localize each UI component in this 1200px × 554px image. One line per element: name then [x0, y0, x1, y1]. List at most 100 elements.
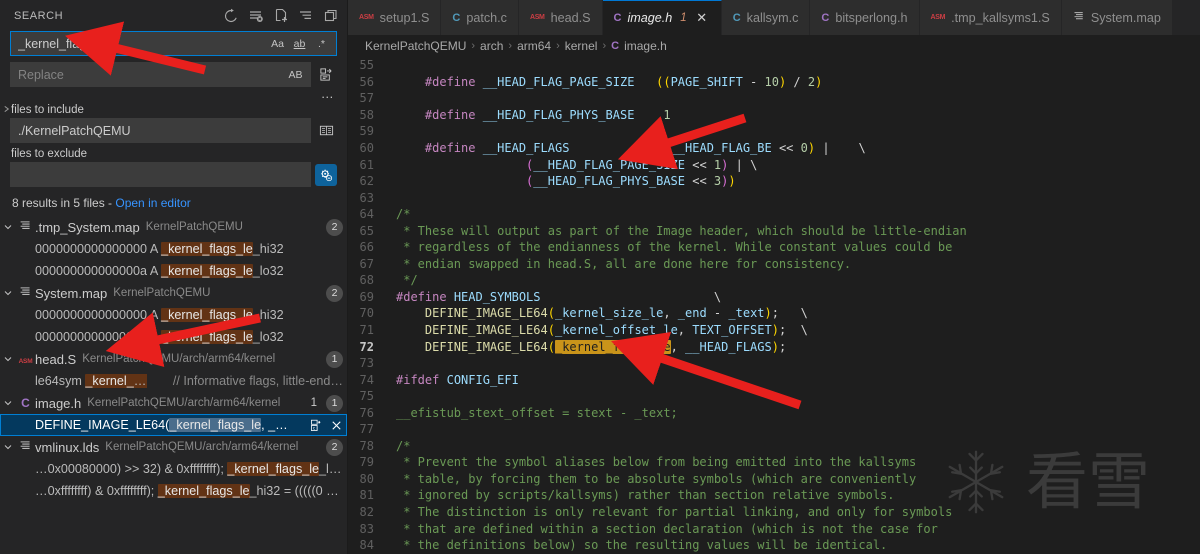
search-results-tree: .tmp_System.mapKernelPatchQEMU2000000000…: [0, 216, 347, 502]
search-panel-toolbar: [223, 8, 339, 24]
search-result-file-row[interactable]: vmlinux.ldsKernelPatchQEMU/arch/arm64/ke…: [0, 436, 347, 458]
file-type-icon: C: [16, 396, 35, 410]
match-trailing-comment: // Informative flags, little-end…: [173, 374, 343, 388]
collapse-all-icon[interactable]: [298, 8, 314, 24]
breadcrumb-separator: ›: [602, 40, 606, 52]
code-line-text: * the definitions below) so the resultin…: [396, 538, 887, 552]
preserve-case-icon[interactable]: AB: [287, 66, 304, 83]
search-result-file-row[interactable]: ASMhead.SKernelPatchQEMU/arch/arm64/kern…: [0, 348, 347, 370]
match-count-badge: 1: [326, 351, 343, 368]
search-result-file-row[interactable]: Cimage.hKernelPatchQEMU/arch/arm64/kerne…: [0, 392, 347, 414]
editor-tab[interactable]: ASMhead.S: [519, 0, 603, 35]
editor-tab[interactable]: Cimage.h1✕: [603, 0, 722, 35]
search-result-match-row[interactable]: DEFINE_IMAGE_LE64(_kernel_flags_le, __HE…: [0, 414, 347, 436]
h-file-icon: C: [821, 12, 829, 24]
code-line: 72 DEFINE_IMAGE_LE64(_kernel_flags_le, _…: [348, 338, 1200, 355]
code-line-text: * endian swapped in head.S, all are done…: [396, 257, 851, 271]
match-text: DEFINE_IMAGE_LE64(_kernel_flags_le, __HE…: [35, 418, 294, 432]
files-to-exclude-label: files to exclude: [11, 148, 337, 160]
code-line: 64/*: [348, 206, 1200, 223]
current-search-match: _kernel_flags_le: [555, 340, 671, 354]
expand-chevron-icon[interactable]: [0, 221, 16, 233]
editor-tab[interactable]: Cbitsperlong.h: [810, 0, 919, 35]
search-result-match-row[interactable]: …0xffffffff) & 0xffffffff); _kernel_flag…: [0, 480, 347, 502]
replace-all-icon[interactable]: [315, 64, 337, 86]
search-result-match-row[interactable]: 0000000000000000 A _kernel_flags_le_hi32: [0, 304, 347, 326]
vscode-window: SEARCH: [0, 0, 1200, 554]
map-file-icon: [19, 219, 32, 235]
breadcrumb-item[interactable]: arch: [480, 39, 503, 53]
clear-search-results-icon[interactable]: [248, 8, 264, 24]
search-result-file-name: System.map: [35, 286, 107, 301]
editor-tab[interactable]: ASM.tmp_kallsyms1.S: [920, 0, 1062, 35]
dismiss-match-icon[interactable]: [329, 418, 343, 432]
use-open-editors-icon[interactable]: [315, 120, 337, 142]
close-icon[interactable]: ✕: [694, 10, 710, 26]
search-result-match-row[interactable]: 000000000000000a A _kernel_flags_le_lo32: [0, 260, 347, 282]
breadcrumb-item[interactable]: KernelPatchQEMU: [365, 39, 466, 53]
editor-tab[interactable]: Cpatch.c: [441, 0, 519, 35]
line-number: 83: [348, 522, 396, 536]
search-result-match-row[interactable]: 000000000000000a A _kernel_flags_le_lo32: [0, 326, 347, 348]
line-number: 66: [348, 240, 396, 254]
match-whole-word-icon[interactable]: ab: [291, 35, 308, 52]
toggle-replace-chevron-icon[interactable]: [0, 99, 12, 119]
expand-chevron-icon[interactable]: [0, 441, 16, 453]
open-in-editor-link[interactable]: Open in editor: [115, 196, 190, 210]
code-line-text: #define HEAD_SYMBOLS \: [396, 290, 721, 304]
search-panel-title: SEARCH: [14, 10, 223, 22]
search-result-match-row[interactable]: le64sym _kernel_flags_le // Informative f…: [0, 370, 347, 392]
match-row-actions: c: [308, 418, 343, 432]
breadcrumb-item[interactable]: arm64: [517, 39, 551, 53]
search-result-match-row[interactable]: …0x00080000) >> 32) & 0xffffffff); _kern…: [0, 458, 347, 480]
search-result-file-row[interactable]: .tmp_System.mapKernelPatchQEMU2: [0, 216, 347, 238]
files-to-exclude-input[interactable]: [10, 162, 311, 187]
breadcrumb-item[interactable]: kernel: [565, 39, 598, 53]
expand-chevron-icon[interactable]: [0, 287, 16, 299]
expand-chevron-icon[interactable]: [0, 353, 16, 365]
refresh-icon[interactable]: [223, 8, 239, 24]
breadcrumb-file[interactable]: image.h: [624, 39, 667, 53]
use-exclude-settings-icon[interactable]: [315, 164, 337, 186]
editor-tab[interactable]: ASMsetup1.S: [348, 0, 441, 35]
more-actions-icon[interactable]: …: [321, 89, 335, 103]
h-file-icon: C: [21, 396, 30, 410]
files-to-include-value: ./KernelPatchQEMU: [18, 124, 306, 138]
code-line-text: * table, by forcing them to be absolute …: [396, 472, 916, 486]
replace-match-icon[interactable]: c: [308, 418, 322, 432]
replace-input[interactable]: Replace AB: [10, 62, 311, 87]
line-number: 79: [348, 455, 396, 469]
match-case-icon[interactable]: Aa: [269, 35, 286, 52]
search-input[interactable]: _kernel_flags_le Aa ab .*: [10, 31, 337, 56]
code-line-text: * The distinction is only relevant for p…: [396, 505, 952, 519]
code-line: 62 (__HEAD_FLAG_PHYS_BASE << 3)): [348, 173, 1200, 190]
breadcrumb-separator: ›: [556, 40, 560, 52]
use-regex-icon[interactable]: .*: [313, 35, 330, 52]
breadcrumb: KernelPatchQEMU›arch›arm64›kernel›Cimage…: [348, 35, 1200, 57]
code-line-text: (__HEAD_FLAG_PAGE_SIZE << 1) | \: [396, 158, 757, 172]
line-number: 62: [348, 174, 396, 188]
file-type-icon: [16, 285, 35, 301]
files-to-include-input[interactable]: ./KernelPatchQEMU: [10, 118, 311, 143]
code-lines: 5556 #define __HEAD_FLAG_PAGE_SIZE ((PAG…: [348, 57, 1200, 553]
match-highlight: _kernel_flags_le: [161, 264, 253, 278]
search-result-match-row[interactable]: 0000000000000000 A _kernel_flags_le_hi32: [0, 238, 347, 260]
search-result-file-path: KernelPatchQEMU/arch/arm64/kernel: [87, 397, 280, 409]
code-line-text: DEFINE_IMAGE_LE64(_kernel_flags_le, __HE…: [396, 340, 786, 354]
line-number: 81: [348, 488, 396, 502]
search-result-file-row[interactable]: System.mapKernelPatchQEMU2: [0, 282, 347, 304]
code-line: 78/*: [348, 438, 1200, 455]
files-to-include-row: ./KernelPatchQEMU: [10, 118, 337, 143]
expand-chevron-icon[interactable]: [0, 397, 16, 409]
editor-tab[interactable]: Ckallsym.c: [722, 0, 811, 35]
match-count-badge: 2: [326, 285, 343, 302]
code-editor[interactable]: 5556 #define __HEAD_FLAG_PAGE_SIZE ((PAG…: [348, 57, 1200, 554]
new-search-editor-icon[interactable]: [273, 8, 289, 24]
line-number: 71: [348, 323, 396, 337]
view-as-tree-icon[interactable]: [323, 8, 339, 24]
match-text: le64sym _kernel_flags_le: [35, 374, 147, 388]
code-line: 57: [348, 90, 1200, 107]
editor-tab[interactable]: System.map: [1062, 0, 1173, 35]
code-line-text: #define __HEAD_FLAG_PAGE_SIZE ((PAGE_SHI…: [396, 75, 822, 89]
code-line-text: #define __HEAD_FLAGS ((__HEAD_FLAG_BE <<…: [396, 141, 866, 155]
